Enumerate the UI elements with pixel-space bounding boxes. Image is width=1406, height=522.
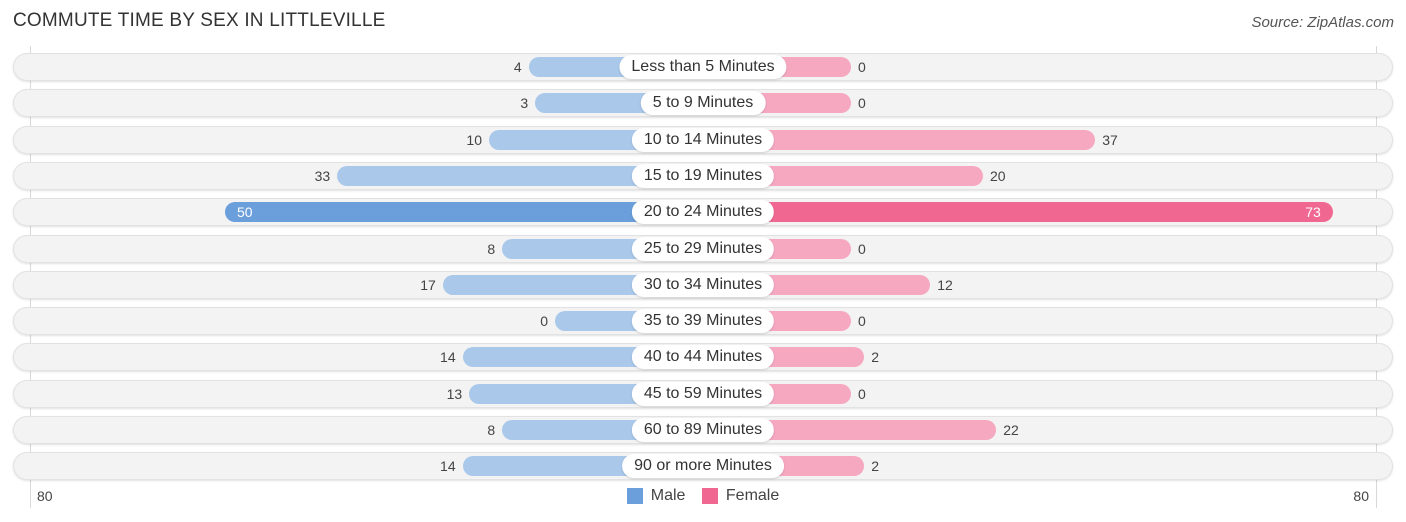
data-label-female: 2	[871, 458, 879, 474]
data-label-female: 0	[858, 313, 866, 329]
legend-item-male[interactable]: Male	[626, 487, 686, 505]
legend-swatch-female	[701, 488, 718, 504]
category-label: 60 to 89 Minutes	[631, 418, 775, 442]
chart-title: COMMUTE TIME BY SEX IN LITTLEVILLE	[13, 10, 386, 31]
category-label: 15 to 19 Minutes	[631, 164, 775, 188]
data-label-male: 0	[540, 313, 548, 329]
data-label-male: 14	[440, 349, 456, 365]
data-label-male: 17	[420, 277, 436, 293]
data-label-male: 10	[466, 132, 482, 148]
data-label-female: 12	[937, 277, 953, 293]
legend-label-male: Male	[650, 487, 686, 504]
category-label: 5 to 9 Minutes	[640, 91, 766, 115]
category-label: 25 to 29 Minutes	[631, 237, 775, 261]
data-label-male: 13	[446, 386, 463, 402]
category-label: Less than 5 Minutes	[619, 55, 787, 79]
legend-item-female[interactable]: Female	[701, 487, 780, 505]
category-label: 10 to 14 Minutes	[631, 128, 775, 152]
data-label-female: 22	[1003, 422, 1019, 438]
legend-label-female: Female	[725, 487, 780, 504]
category-label: 45 to 59 Minutes	[631, 382, 775, 406]
legend-swatch-male	[626, 488, 643, 504]
category-label: 30 to 34 Minutes	[631, 273, 775, 297]
legend: Male Female	[0, 487, 1406, 509]
category-label: 20 to 24 Minutes	[631, 200, 775, 224]
category-label: 40 to 44 Minutes	[631, 345, 775, 369]
data-label-male: 33	[314, 168, 331, 184]
source-label: Source: ZipAtlas.com	[1251, 14, 1394, 31]
data-label-male: 14	[440, 458, 456, 474]
data-label-female: 20	[990, 168, 1006, 184]
data-label-male: 3	[520, 95, 529, 111]
bar-female[interactable]	[703, 202, 1333, 222]
data-label-female: 2	[871, 349, 879, 365]
data-label-female: 0	[858, 95, 866, 111]
data-label-female: 37	[1102, 132, 1118, 148]
data-label-female: 0	[858, 241, 866, 257]
data-label-male: 50	[237, 204, 253, 220]
data-label-female: 73	[1305, 204, 1321, 220]
category-label: 35 to 39 Minutes	[631, 309, 775, 333]
category-label: 90 or more Minutes	[622, 454, 784, 478]
data-label-female: 0	[858, 59, 866, 75]
data-label-male: 8	[487, 422, 496, 438]
data-label-female: 0	[858, 386, 866, 402]
data-label-male: 4	[513, 59, 522, 75]
data-label-male: 8	[487, 241, 496, 257]
